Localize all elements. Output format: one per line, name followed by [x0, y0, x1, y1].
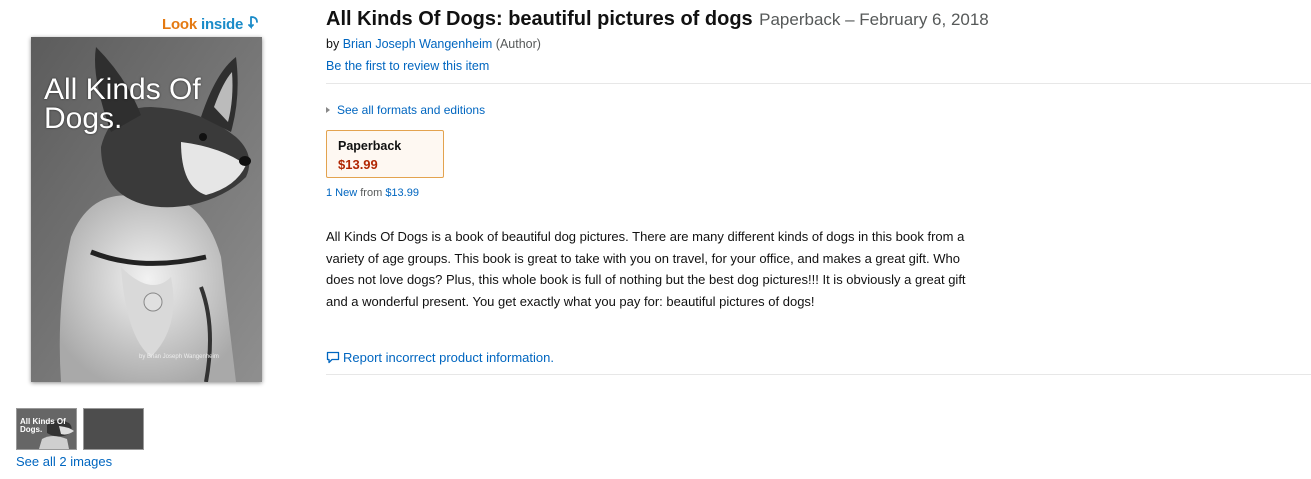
product-title: All Kinds Of Dogs: beautiful pictures of…: [326, 8, 753, 30]
thumbnail-front-cover[interactable]: All Kinds Of Dogs.: [16, 408, 77, 450]
look-inside-word-inside: inside: [201, 16, 244, 33]
look-inside-word-look: Look: [162, 16, 198, 33]
thumbnail-title: All Kinds Of Dogs.: [20, 417, 66, 434]
look-inside-badge[interactable]: Look inside: [162, 16, 260, 33]
divider: [326, 374, 1311, 375]
byline: by Brian Joseph Wangenheim (Author): [326, 37, 541, 51]
new-offers-link[interactable]: 1 New: [326, 187, 357, 199]
product-page: Look inside All Kinds Of Dogs. by Brian …: [0, 0, 1311, 479]
divider: [326, 83, 1311, 84]
format-and-date: Paperback – February 6, 2018: [759, 10, 989, 29]
by-label: by: [326, 37, 340, 51]
offers-from-label: from: [360, 187, 383, 199]
author-role: (Author): [495, 37, 541, 51]
write-review-link[interactable]: Be the first to review this item: [326, 59, 489, 73]
see-all-formats-link[interactable]: See all formats and editions: [326, 103, 485, 117]
book-cover-image[interactable]: All Kinds Of Dogs. by Brian Joseph Wange…: [31, 37, 262, 382]
format-name: Paperback: [338, 139, 402, 153]
thumbnail-back-cover[interactable]: [83, 408, 144, 450]
see-all-images-link[interactable]: See all 2 images: [16, 454, 112, 469]
speech-bubble-icon: [326, 351, 340, 364]
cover-title: All Kinds Of Dogs.: [44, 73, 201, 135]
report-label: Report incorrect product information.: [343, 350, 554, 365]
format-option-paperback[interactable]: Paperback $13.99: [326, 130, 444, 178]
author-link[interactable]: Brian Joseph Wangenheim: [343, 37, 493, 51]
see-all-formats-label: See all formats and editions: [337, 103, 486, 117]
format-price: $13.99: [338, 157, 378, 172]
offers-summary: 1 New from $13.99: [326, 187, 419, 199]
product-title-line: All Kinds Of Dogs: beautiful pictures of…: [326, 8, 989, 31]
book-description: All Kinds Of Dogs is a book of beautiful…: [326, 229, 966, 309]
down-arrow-icon: [248, 16, 259, 30]
offers-price-link[interactable]: $13.99: [385, 187, 419, 199]
cover-author: by Brian Joseph Wangenheim: [139, 354, 219, 360]
report-incorrect-info-link[interactable]: Report incorrect product information.: [326, 350, 554, 365]
expand-triangle-icon: [326, 107, 330, 113]
